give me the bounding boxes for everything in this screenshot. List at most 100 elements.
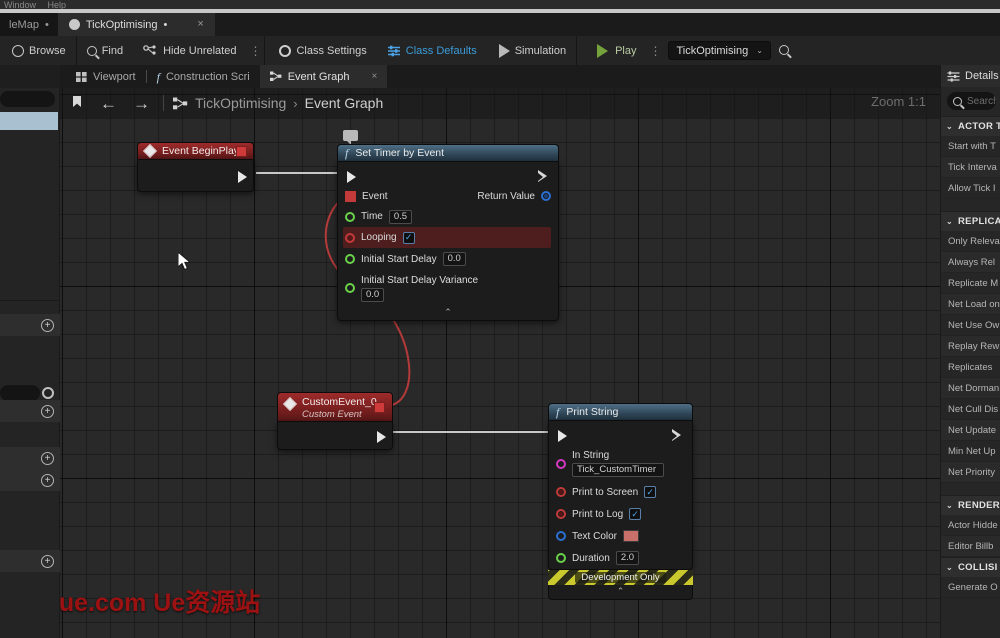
navigate-forward-button[interactable]: → <box>125 95 158 112</box>
left-section-event-dispatchers[interactable]: + <box>0 550 60 572</box>
left-section-functions[interactable]: + <box>0 400 60 422</box>
class-settings-button[interactable]: Class Settings <box>265 36 376 65</box>
browse-button[interactable]: Browse <box>2 36 76 65</box>
property-row[interactable]: Net Load on <box>941 294 1000 315</box>
initial-start-delay-variance-input[interactable]: 0.0 <box>361 288 384 302</box>
simulation-button[interactable]: Simulation <box>487 36 576 65</box>
exec-out-pin[interactable] <box>538 170 549 183</box>
left-section-variables[interactable]: + <box>0 469 60 491</box>
exec-in-pin[interactable] <box>347 171 356 183</box>
property-row[interactable]: Only Releva <box>941 231 1000 252</box>
property-row[interactable]: Actor Hidde <box>941 515 1000 536</box>
duration-input[interactable]: 2.0 <box>616 551 639 565</box>
property-row[interactable]: Editor Billb <box>941 536 1000 557</box>
exec-out-pin[interactable] <box>377 431 386 443</box>
left-section-macros[interactable]: + <box>0 447 60 469</box>
menu-item-window[interactable]: Window <box>4 0 36 9</box>
tab-construction-script[interactable]: f Construction Scri <box>147 65 260 88</box>
asset-tab-lemap[interactable]: leMap• <box>0 13 58 36</box>
toolbar-search-button[interactable] <box>771 42 797 60</box>
tab-event-graph[interactable]: Event Graph × <box>260 65 388 88</box>
print-to-log-pin[interactable] <box>556 509 566 519</box>
property-row[interactable]: Net Cull Dis <box>941 399 1000 420</box>
initial-start-delay-pin[interactable] <box>345 254 355 264</box>
property-row[interactable]: Replay Rew <box>941 336 1000 357</box>
chevron-down-icon: ⌄ <box>946 217 953 226</box>
property-row[interactable]: Replicate M <box>941 273 1000 294</box>
duration-pin[interactable] <box>556 553 566 563</box>
left-search-input[interactable] <box>0 91 55 107</box>
return-value-pin[interactable] <box>541 191 551 201</box>
time-value-input[interactable]: 0.5 <box>389 210 412 224</box>
hide-unrelated-options-button[interactable]: ⋮ <box>246 44 264 58</box>
property-row[interactable]: Tick Interva <box>941 157 1000 178</box>
event-graph-canvas[interactable]: ← → TickOptimising › Event Graph Zoom 1:… <box>60 88 940 638</box>
looping-pin[interactable] <box>345 233 355 243</box>
in-string-input[interactable]: Tick_CustomTimer <box>572 463 664 477</box>
menu-item-help[interactable]: Help <box>48 0 67 9</box>
details-search-input[interactable]: Search <box>947 92 996 110</box>
exec-out-pin[interactable] <box>672 429 683 442</box>
node-print-string[interactable]: f Print String In String Tick_CustomTime… <box>548 403 693 600</box>
plus-circle-icon[interactable]: + <box>41 474 54 487</box>
property-row[interactable]: Generate O <box>941 577 1000 598</box>
play-button[interactable]: Play <box>587 36 646 65</box>
category-actor-tick[interactable]: ⌄ ACTOR T <box>941 116 1000 136</box>
node-event-begin-play[interactable]: Event BeginPlay <box>137 142 254 192</box>
text-color-swatch[interactable] <box>623 530 639 542</box>
asset-tab-tickoptimising[interactable]: TickOptimising• × <box>58 13 215 36</box>
initial-start-delay-input[interactable]: 0.0 <box>443 252 466 266</box>
print-to-log-checkbox[interactable]: ✓ <box>629 508 641 520</box>
play-target-dropdown[interactable]: TickOptimising ⌄ <box>668 41 770 60</box>
initial-start-delay-variance-pin[interactable] <box>345 283 355 293</box>
collapse-advanced-button[interactable]: ⌃ <box>548 585 693 600</box>
node-custom-event-0[interactable]: CustomEvent_0 Custom Event <box>277 392 393 450</box>
property-row[interactable]: Start with T <box>941 136 1000 157</box>
category-rendering[interactable]: ⌄ RENDER <box>941 495 1000 515</box>
plus-circle-icon[interactable]: + <box>41 405 54 418</box>
plus-circle-icon[interactable]: + <box>41 319 54 332</box>
property-row[interactable]: Net Use Ow <box>941 315 1000 336</box>
category-replication[interactable]: ⌄ REPLICA <box>941 211 1000 231</box>
tab-viewport[interactable]: Viewport <box>60 65 146 88</box>
property-row[interactable]: Net Update <box>941 420 1000 441</box>
find-button[interactable]: Find <box>77 36 133 65</box>
class-defaults-button[interactable]: Class Defaults <box>377 36 487 65</box>
property-row[interactable]: Allow Tick I <box>941 178 1000 199</box>
window-menubar[interactable]: Window Help <box>0 0 1000 9</box>
property-row[interactable]: Net Priority <box>941 462 1000 483</box>
event-delegate-pin[interactable] <box>345 191 356 202</box>
play-options-button[interactable]: ⋮ <box>646 44 664 58</box>
property-row[interactable]: Always Rel <box>941 252 1000 273</box>
property-row[interactable]: Min Net Up <box>941 441 1000 462</box>
close-icon[interactable]: × <box>197 19 203 30</box>
property-row[interactable]: Net Dorman <box>941 378 1000 399</box>
hide-unrelated-button[interactable]: Hide Unrelated <box>133 36 246 65</box>
category-collision[interactable]: ⌄ COLLISI <box>941 557 1000 577</box>
left-section-graphs[interactable]: + <box>0 314 60 336</box>
details-tab[interactable]: Details <box>941 65 1000 87</box>
close-icon[interactable]: × <box>371 71 377 82</box>
plus-circle-icon[interactable]: + <box>41 452 54 465</box>
navigate-back-button[interactable]: ← <box>92 95 125 112</box>
node-set-timer-by-event[interactable]: f Set Timer by Event Event Return Value <box>337 144 559 321</box>
delegate-output-pin[interactable] <box>374 402 385 413</box>
category-spacer <box>941 483 1000 495</box>
time-pin[interactable] <box>345 212 355 222</box>
print-to-screen-pin[interactable] <box>556 487 566 497</box>
gear-icon[interactable] <box>42 387 54 399</box>
exec-in-pin[interactable] <box>558 430 567 442</box>
text-color-pin[interactable] <box>556 531 566 541</box>
exec-out-pin[interactable] <box>238 171 247 183</box>
left-selected-item[interactable] <box>0 112 58 130</box>
breadcrumb-root[interactable]: TickOptimising <box>195 95 286 111</box>
left-functions-search[interactable] <box>0 385 40 401</box>
plus-circle-icon[interactable]: + <box>41 555 54 568</box>
in-string-pin[interactable] <box>556 459 566 469</box>
property-row[interactable]: Replicates <box>941 357 1000 378</box>
bookmark-icon[interactable] <box>60 95 92 111</box>
collapse-advanced-button[interactable]: ⌃ <box>345 306 551 320</box>
node-comment-bubble[interactable] <box>343 130 358 141</box>
looping-checkbox[interactable]: ✓ <box>403 232 415 244</box>
print-to-screen-checkbox[interactable]: ✓ <box>644 486 656 498</box>
